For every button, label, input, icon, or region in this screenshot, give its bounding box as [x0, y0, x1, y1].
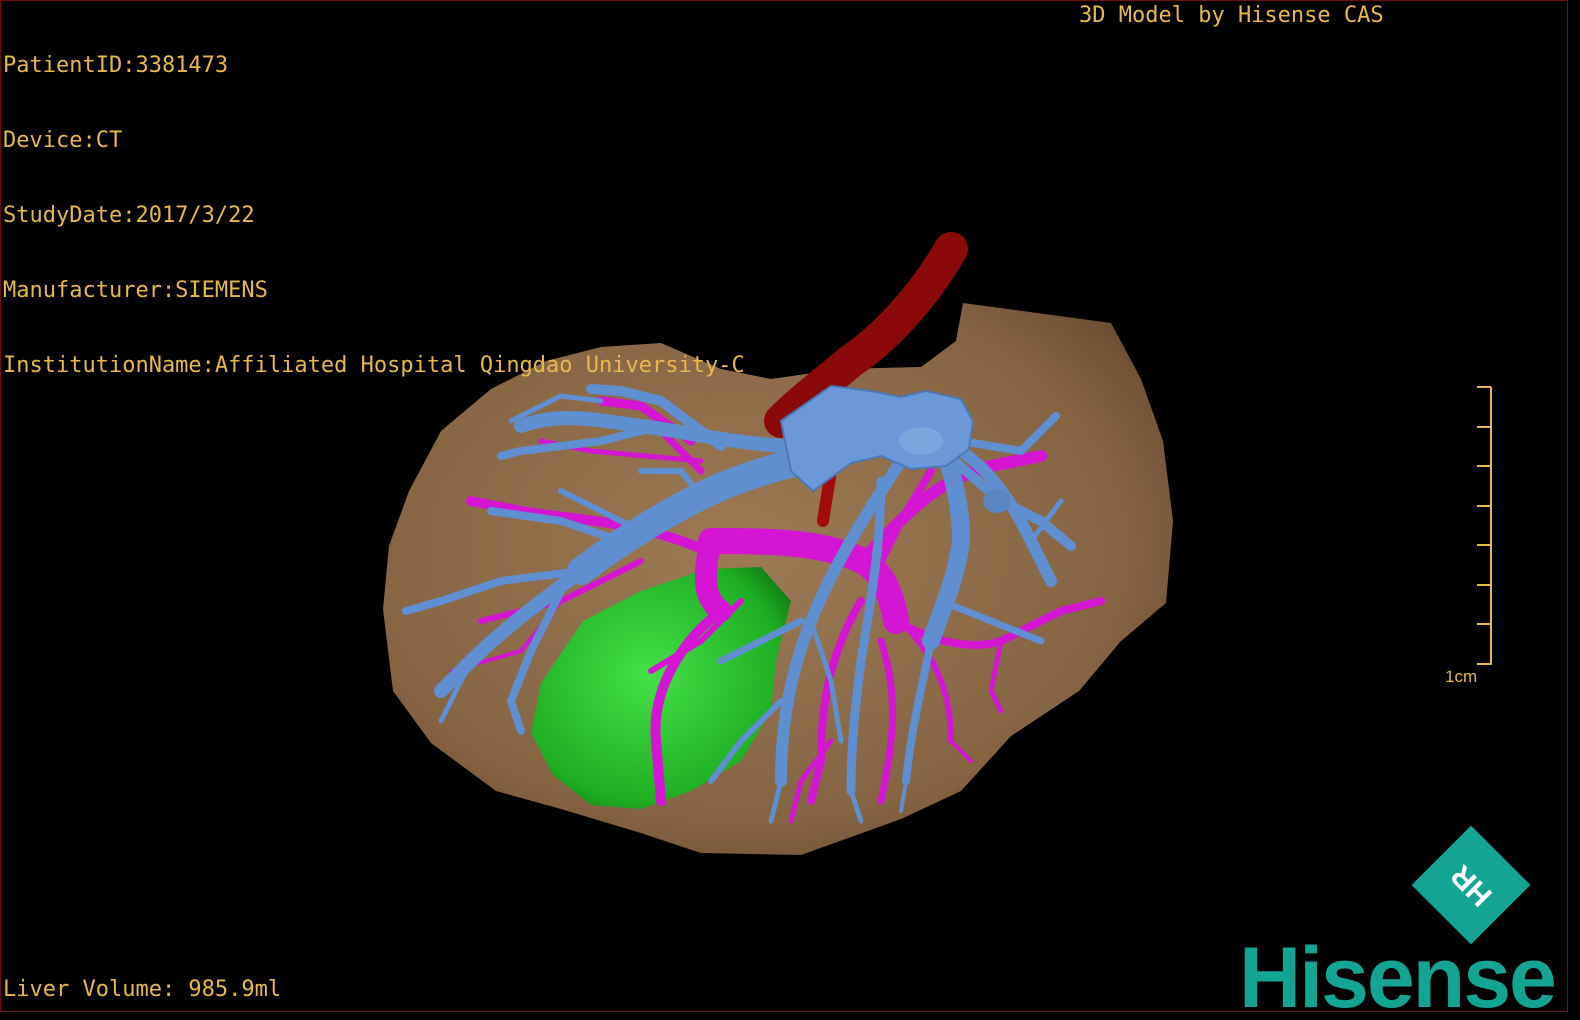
study-date: StudyDate:2017/3/22: [3, 203, 255, 228]
institution-name: InstitutionName:Affiliated Hospital Qing…: [3, 353, 745, 378]
study-info-overlay: PatientID:3381473 Device:CT StudyDate:20…: [3, 3, 745, 428]
patient-id: PatientID:3381473: [3, 53, 229, 78]
model-credit: 3D Model by Hisense CAS: [1079, 3, 1384, 28]
3d-viewport[interactable]: PatientID:3381473 Device:CT StudyDate:20…: [0, 0, 1568, 1012]
device: Device:CT: [3, 128, 123, 153]
hisense-logo: Hisense: [1239, 930, 1557, 1012]
manufacturer: Manufacturer:SIEMENS: [3, 278, 268, 303]
scale-label: 1cm: [1445, 667, 1478, 686]
vessel-junction: [899, 427, 943, 455]
vessel-junction: [983, 489, 1011, 513]
scale-bar: [1477, 386, 1492, 665]
liver-volume: Liver Volume: 985.9ml: [3, 977, 282, 1002]
